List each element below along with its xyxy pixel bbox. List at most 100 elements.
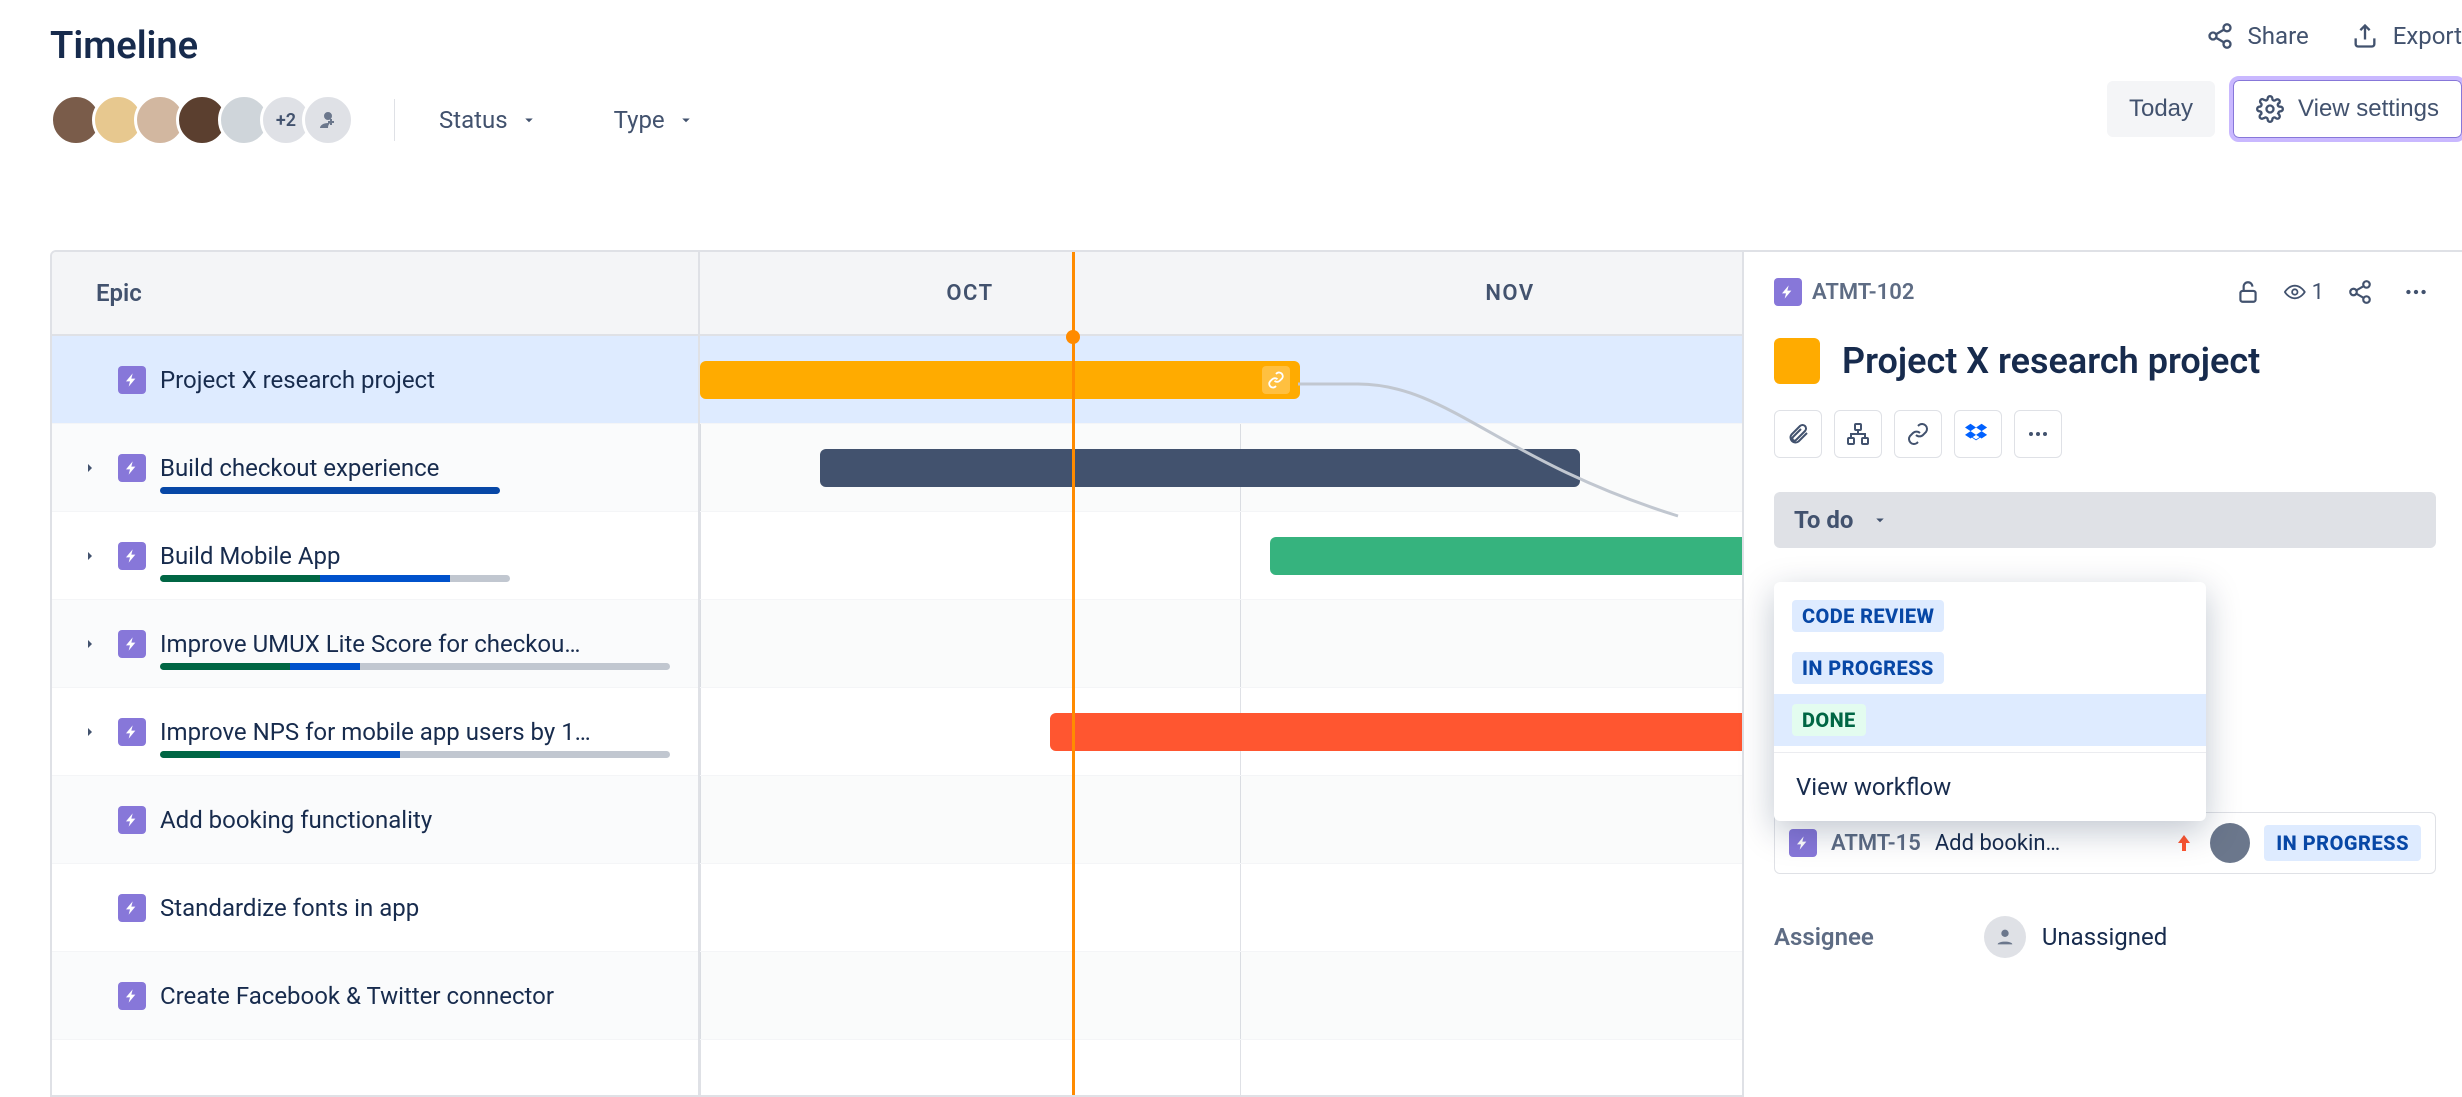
- avatar-stack: +2: [50, 94, 354, 146]
- attach-button[interactable]: [1774, 410, 1822, 458]
- epic-type-icon: [118, 894, 146, 922]
- chevron-down-icon: [520, 111, 538, 129]
- filter-bar: +2 Status Type Today View settings: [0, 80, 2462, 184]
- epic-row[interactable]: Standardize fonts in app: [52, 864, 698, 952]
- epic-column-header: Epic: [52, 252, 698, 336]
- epic-color-swatch[interactable]: [1774, 338, 1820, 384]
- more-actions-button[interactable]: [2396, 272, 2436, 312]
- timeline-bar[interactable]: [820, 449, 1580, 487]
- month-label: OCT: [700, 252, 1240, 334]
- status-option[interactable]: IN PROGRESS: [1774, 642, 2206, 694]
- chevron-right-icon: [82, 636, 98, 652]
- epic-label: Build Mobile App: [160, 542, 340, 570]
- epic-progress-bar: [160, 575, 510, 582]
- epic-label: Improve UMUX Lite Score for checkou…: [160, 630, 580, 658]
- view-settings-button[interactable]: View settings: [2233, 80, 2462, 138]
- share-icon: [2206, 22, 2234, 50]
- epic-row[interactable]: Project X research project: [52, 336, 698, 424]
- epic-type-icon: [118, 366, 146, 394]
- chevron-right-icon: [82, 460, 98, 476]
- child-issue-summary: Add bookin…: [1935, 831, 2158, 856]
- epic-type-icon: [118, 718, 146, 746]
- add-child-button[interactable]: [1834, 410, 1882, 458]
- issue-detail-panel: ATMT-102 1 Project X resear: [1742, 252, 2462, 1097]
- chevron-right-icon: [82, 548, 98, 564]
- attachment-icon: [1786, 422, 1810, 446]
- eye-icon: [2284, 278, 2306, 306]
- chevron-right-icon: [82, 724, 98, 740]
- status-dropdown[interactable]: To do: [1774, 492, 2436, 548]
- epic-progress-bar: [160, 487, 500, 494]
- epic-column: Epic Project X research project Build che…: [52, 252, 700, 1095]
- child-issue-row[interactable]: ATMT-15 Add bookin… IN PROGRESS: [1774, 812, 2436, 874]
- expand-toggle[interactable]: [76, 718, 104, 746]
- unlock-icon: [2235, 279, 2261, 305]
- month-label: NOV: [1240, 252, 1780, 334]
- share-icon: [2347, 279, 2373, 305]
- expand-toggle[interactable]: [76, 454, 104, 482]
- separator: [394, 99, 395, 141]
- status-option[interactable]: CODE REVIEW: [1774, 590, 2206, 642]
- child-issue-key: ATMT-15: [1831, 831, 1921, 856]
- export-label: Export: [2393, 22, 2462, 50]
- issue-title[interactable]: Project X research project: [1842, 340, 2260, 382]
- epic-row[interactable]: Build Mobile App: [52, 512, 698, 600]
- epic-row[interactable]: Create Facebook & Twitter connector: [52, 952, 698, 1040]
- view-workflow-link[interactable]: View workflow: [1774, 753, 2206, 821]
- gear-icon: [2256, 95, 2284, 123]
- add-person-icon: [316, 108, 340, 132]
- meatball-icon: [2026, 422, 2050, 446]
- lock-button[interactable]: [2228, 272, 2268, 312]
- status-filter[interactable]: Status: [435, 100, 542, 140]
- dropbox-icon: [1965, 421, 1991, 447]
- timeline-bar[interactable]: [700, 361, 1300, 399]
- epic-row[interactable]: Improve UMUX Lite Score for checkou…: [52, 600, 698, 688]
- epic-progress-bar: [160, 663, 670, 670]
- assignee-value[interactable]: Unassigned: [1984, 916, 2167, 958]
- expand-toggle[interactable]: [76, 630, 104, 658]
- share-button[interactable]: Share: [2206, 22, 2309, 50]
- more-apps-button[interactable]: [2014, 410, 2062, 458]
- link-issue-button[interactable]: [1894, 410, 1942, 458]
- unassigned-avatar-icon: [1984, 916, 2026, 958]
- chevron-down-icon: [1871, 511, 1889, 529]
- type-filter[interactable]: Type: [610, 100, 699, 140]
- epic-label: Build checkout experience: [160, 454, 439, 482]
- share-label: Share: [2248, 22, 2309, 50]
- epic-type-icon: [1789, 829, 1817, 857]
- export-icon: [2351, 22, 2379, 50]
- epic-type-icon: [118, 630, 146, 658]
- status-option[interactable]: DONE: [1774, 694, 2206, 746]
- epic-row[interactable]: Build checkout experience: [52, 424, 698, 512]
- epic-label: Project X research project: [160, 366, 435, 394]
- assignee-avatar[interactable]: [2210, 823, 2250, 863]
- hierarchy-icon: [1846, 422, 1870, 446]
- chevron-down-icon: [677, 111, 695, 129]
- epic-label: Add booking functionality: [160, 806, 432, 834]
- watch-button[interactable]: 1: [2284, 272, 2324, 312]
- issue-key[interactable]: ATMT-102: [1774, 278, 1914, 306]
- page-title: Timeline: [0, 0, 2462, 80]
- epic-row[interactable]: Improve NPS for mobile app users by 1…: [52, 688, 698, 776]
- child-issue-status: IN PROGRESS: [2264, 825, 2421, 861]
- export-button[interactable]: Export: [2351, 22, 2462, 50]
- add-people-button[interactable]: [302, 94, 354, 146]
- epic-type-icon: [118, 454, 146, 482]
- top-actions: Share Export: [2206, 22, 2462, 50]
- epic-label: Improve NPS for mobile app users by 1…: [160, 718, 591, 746]
- today-marker: [1072, 252, 1075, 1095]
- dependency-link-icon[interactable]: [1262, 366, 1290, 394]
- epic-type-icon: [118, 806, 146, 834]
- epic-progress-bar: [160, 751, 670, 758]
- epic-type-icon: [118, 542, 146, 570]
- today-button[interactable]: Today: [2107, 81, 2215, 137]
- status-popover: CODE REVIEW IN PROGRESS DONE View workfl…: [1774, 582, 2206, 821]
- epic-label: Standardize fonts in app: [160, 894, 419, 922]
- expand-toggle[interactable]: [76, 542, 104, 570]
- share-issue-button[interactable]: [2340, 272, 2380, 312]
- epic-type-icon: [118, 982, 146, 1010]
- meatball-icon: [2403, 279, 2429, 305]
- dropbox-button[interactable]: [1954, 410, 2002, 458]
- link-icon: [1906, 422, 1930, 446]
- epic-row[interactable]: Add booking functionality: [52, 776, 698, 864]
